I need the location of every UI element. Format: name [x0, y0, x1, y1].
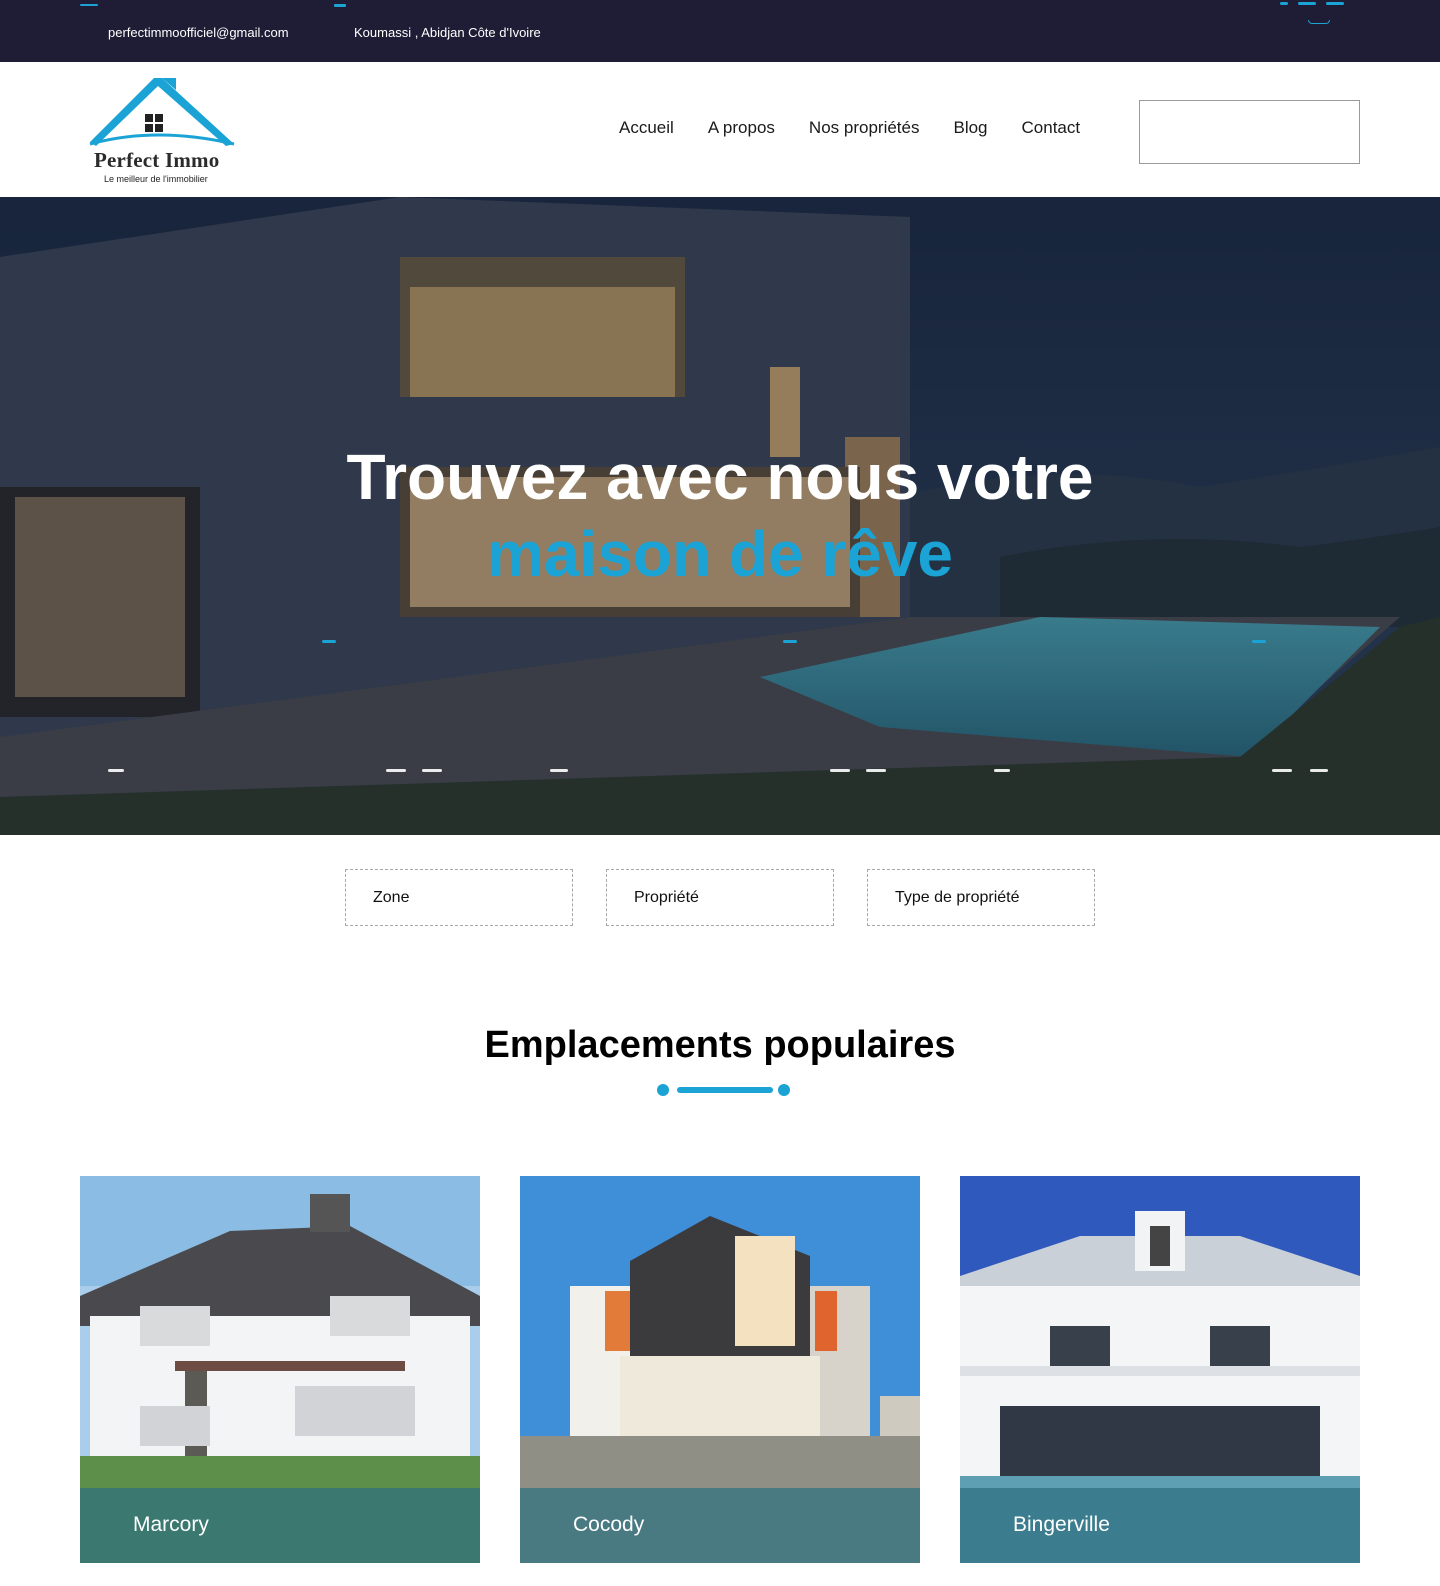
location-card-bingerville[interactable]: Bingerville [960, 1176, 1360, 1563]
hero-accent-mark [783, 640, 797, 643]
header-search-box[interactable] [1139, 100, 1360, 164]
hero-deco-mark [994, 769, 1010, 772]
hero-deco-mark [1310, 769, 1328, 772]
hero-deco-mark [830, 769, 850, 772]
nav-a-propos[interactable]: A propos [708, 118, 775, 138]
hero-title-line2: maison de rêve [487, 517, 953, 590]
contact-email[interactable]: perfectimmoofficiel@gmail.com [108, 25, 289, 40]
location-name: Cocody [573, 1513, 645, 1536]
filter-zone[interactable]: Zone [345, 869, 573, 926]
nav-blog[interactable]: Blog [953, 118, 987, 138]
nav-accueil[interactable]: Accueil [619, 118, 674, 138]
location-icon [334, 4, 346, 7]
location-cards: Marcory Cocody Bingerville [80, 1176, 1360, 1563]
house-logo-icon [89, 78, 235, 146]
nav-nos-proprietes[interactable]: Nos propriétés [809, 118, 920, 138]
search-icon[interactable] [1308, 20, 1330, 24]
hero-title-line1: Trouvez avec nous votre [346, 441, 1094, 513]
hero-deco-mark [550, 769, 568, 772]
hero-title: Trouvez avec nous votre maison de rêve [0, 439, 1440, 593]
property-search-filters: Zone Propriété Type de propriété [345, 869, 1095, 926]
location-name: Marcory [133, 1513, 209, 1536]
hero-banner: Trouvez avec nous votre maison de rêve [0, 197, 1440, 835]
hero-deco-mark [422, 769, 442, 772]
nav-contact[interactable]: Contact [1022, 118, 1081, 138]
facebook-icon[interactable] [1280, 2, 1288, 5]
logo-brand: Perfect Immo [94, 148, 220, 172]
hero-accent-mark [322, 640, 336, 643]
hero-deco-mark [108, 769, 124, 772]
contact-address: Koumassi , Abidjan Côte d'Ivoire [354, 25, 541, 40]
section-divider [657, 1083, 792, 1097]
main-nav: Accueil A propos Nos propriétés Blog Con… [619, 118, 1080, 138]
email-icon [80, 4, 98, 6]
instagram-icon[interactable] [1298, 2, 1316, 5]
logo-tagline: Le meilleur de l'immobilier [104, 174, 208, 184]
location-card-marcory[interactable]: Marcory [80, 1176, 480, 1563]
location-card-cocody[interactable]: Cocody [520, 1176, 920, 1563]
top-bar: perfectimmoofficiel@gmail.com Koumassi ,… [0, 0, 1440, 62]
social-links [1280, 2, 1344, 5]
location-name: Bingerville [1013, 1513, 1110, 1536]
site-header: Perfect Immo Le meilleur de l'immobilier… [0, 62, 1440, 197]
section-title: Emplacements populaires [484, 1024, 956, 1066]
hero-deco-mark [386, 769, 406, 772]
filter-type-propriete[interactable]: Type de propriété [867, 869, 1095, 926]
filter-propriete[interactable]: Propriété [606, 869, 834, 926]
twitter-icon[interactable] [1326, 2, 1344, 5]
hero-deco-mark [1272, 769, 1292, 772]
hero-deco-mark [866, 769, 886, 772]
hero-accent-mark [1252, 640, 1266, 643]
site-logo[interactable]: Perfect Immo Le meilleur de l'immobilier [84, 70, 244, 188]
